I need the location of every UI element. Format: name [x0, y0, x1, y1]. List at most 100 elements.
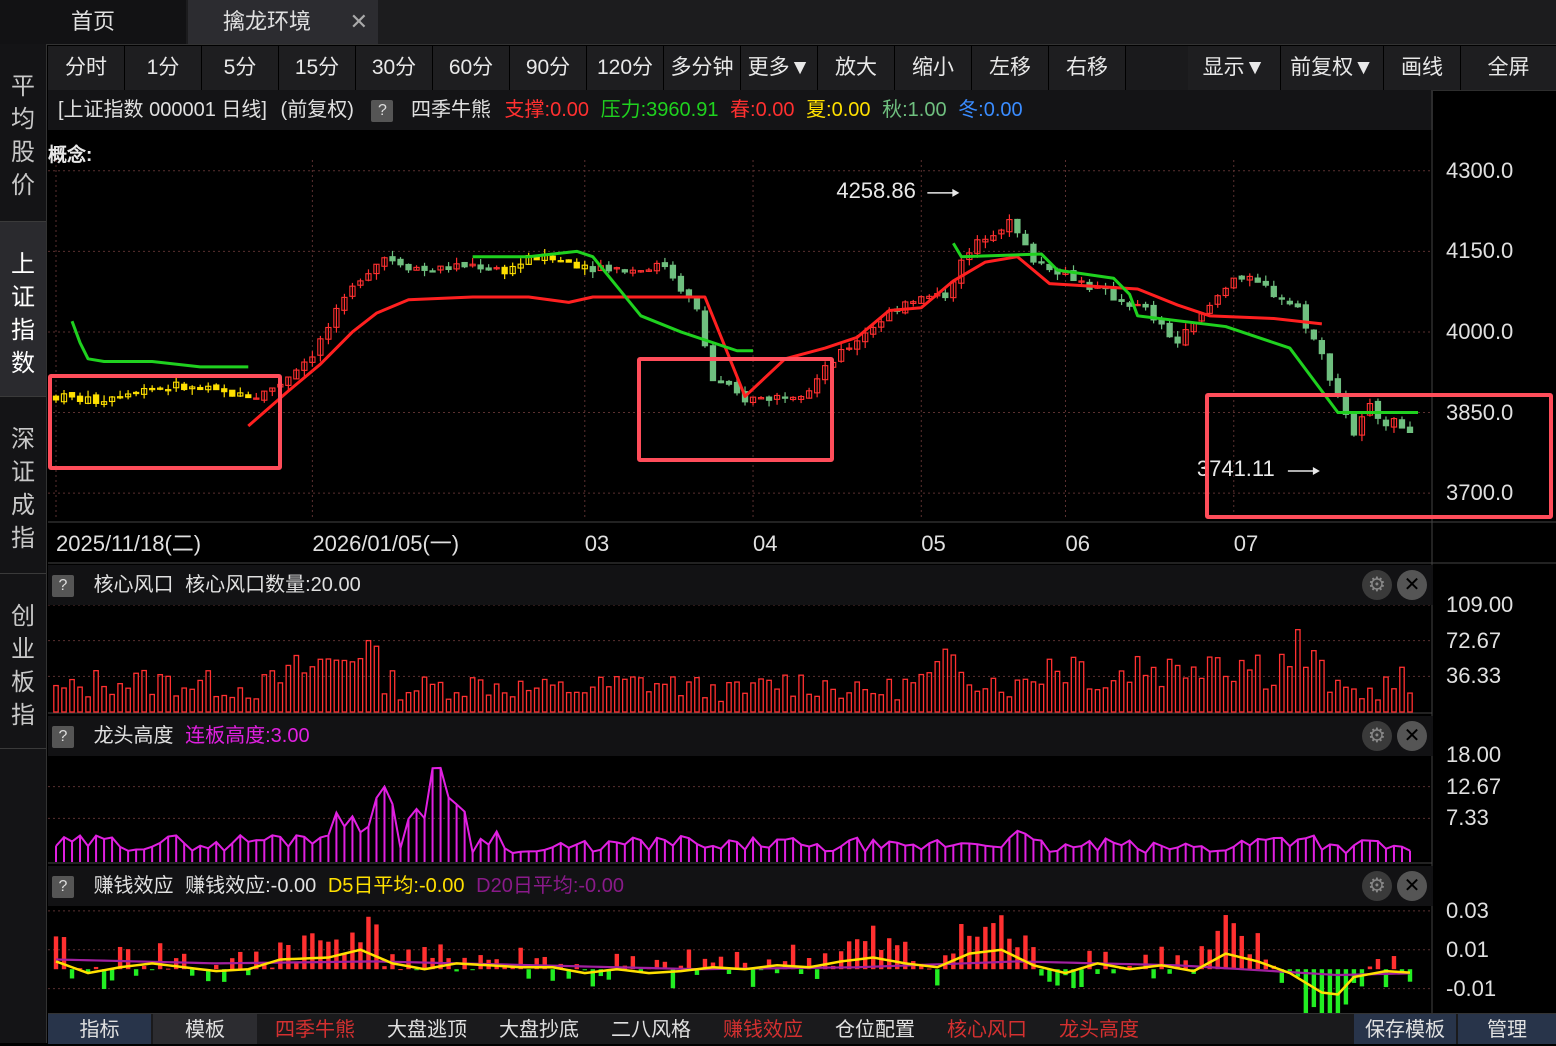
candle-body: [661, 262, 669, 268]
core-theme-bar: [1351, 688, 1357, 713]
highlight-box: [637, 357, 834, 462]
money-effect-bar: [238, 951, 243, 970]
highlight-box: [48, 374, 282, 470]
bottom-tab-7[interactable]: 仓位配置: [820, 1014, 930, 1044]
bottom-tab-2[interactable]: 四季牛熊: [260, 1014, 370, 1044]
core-theme-bar: [317, 658, 324, 713]
core-theme-bar: [285, 664, 292, 713]
core-theme-bar: [1158, 685, 1165, 713]
core-theme-bar: [477, 679, 484, 713]
core-theme-bar: [565, 691, 572, 713]
core-theme-bar: [77, 686, 83, 713]
core-theme-bar: [373, 645, 380, 713]
core-theme-bar: [1262, 688, 1269, 713]
core-theme-bar: [926, 672, 933, 713]
core-theme-bar: [93, 670, 99, 713]
candle-body: [677, 275, 685, 292]
core-theme-bar: [686, 681, 692, 713]
core-theme-bar: [397, 699, 404, 713]
money-effect-bar: [1047, 969, 1052, 982]
bottom-tab-1[interactable]: 模板: [153, 1014, 257, 1044]
core-theme-bar: [822, 680, 828, 713]
core-theme-bar: [389, 670, 396, 713]
candle-body: [589, 266, 596, 273]
help-icon[interactable]: ?: [52, 574, 74, 597]
indicator-bar-money-effect: ? 赚钱效应 赚钱效应:-0.00 D5日平均:-0.00 D20日平均:-0.…: [48, 866, 1433, 906]
bottom-tab-8[interactable]: 核心风口: [932, 1014, 1042, 1044]
core-theme-bar: [1206, 656, 1213, 713]
help-icon[interactable]: ?: [52, 725, 74, 748]
money-effect-bar: [1167, 969, 1172, 974]
core-theme-bar: [1343, 686, 1349, 713]
money-effect-bar: [310, 933, 315, 970]
core-theme-bar: [589, 686, 596, 713]
candle-body: [1142, 303, 1149, 308]
core-theme-bar: [1038, 683, 1045, 713]
core-theme-bar: [413, 690, 420, 713]
money-effect-bar: [358, 942, 363, 970]
core-theme-bar: [1046, 658, 1053, 713]
close-icon[interactable]: ✕: [1397, 871, 1427, 901]
bottom-tab-0[interactable]: 指标: [48, 1014, 151, 1044]
core-theme-bar: [726, 681, 732, 713]
gear-icon[interactable]: ⚙: [1362, 570, 1392, 600]
money-effect-bar: [1151, 969, 1156, 979]
core-theme-bar: [357, 657, 364, 713]
money-effect-bar: [1391, 956, 1397, 970]
bottom-tab-6[interactable]: 赚钱效应: [708, 1014, 818, 1044]
candle-body: [1302, 304, 1309, 329]
core-theme-bar: [702, 697, 708, 713]
money-effect-bar: [101, 969, 107, 990]
gear-icon[interactable]: ⚙: [1362, 721, 1392, 751]
core-theme-bar: [509, 696, 516, 713]
core-theme-bar: [1230, 680, 1237, 713]
core-theme-bar: [878, 694, 885, 713]
core-theme-bar: [1062, 682, 1069, 713]
core-theme-bar: [670, 676, 676, 713]
bottom-tab-10[interactable]: 保存模板: [1354, 1014, 1456, 1044]
money-effect-bar: [854, 939, 860, 970]
bottom-tab-5[interactable]: 二八风格: [596, 1014, 706, 1044]
core-theme-bar: [1294, 629, 1301, 713]
core-theme-bar: [349, 661, 356, 713]
y-tick-label: 18.00: [1446, 742, 1502, 767]
core-theme-bar: [421, 676, 428, 713]
core-theme-bar: [213, 695, 220, 713]
core-theme-bar: [237, 687, 244, 713]
money-effect-bar: [814, 969, 820, 979]
indicator-title: 赚钱效应: [93, 875, 174, 897]
close-icon[interactable]: ✕: [1397, 721, 1427, 751]
gear-icon[interactable]: ⚙: [1362, 871, 1392, 901]
money-effect-bar: [871, 925, 876, 970]
candle-body: [1326, 353, 1334, 381]
core-theme-bar: [245, 697, 252, 713]
indicator-stat: 连板高度:3.00: [185, 725, 310, 747]
core-theme-bar: [541, 678, 548, 713]
core-theme-bar: [61, 687, 67, 713]
money-effect-bar: [93, 966, 99, 970]
y-tick-label: 36.33: [1446, 663, 1502, 689]
candle-body: [397, 258, 404, 266]
annotation-arrowhead: [952, 188, 960, 197]
core-theme-bar: [461, 695, 468, 713]
bottom-tab-3[interactable]: 大盘逃顶: [372, 1014, 482, 1044]
candle-body: [669, 264, 677, 279]
core-theme-bar: [197, 679, 204, 713]
money-effect-bar: [774, 969, 780, 974]
money-effect-bar: [278, 942, 283, 970]
candle-body: [549, 255, 556, 261]
bottom-tab-4[interactable]: 大盘抄底: [484, 1014, 594, 1044]
bottom-tab-11[interactable]: 管理: [1458, 1014, 1556, 1044]
core-theme-bar: [325, 658, 332, 713]
core-theme-bar: [605, 686, 612, 713]
close-icon[interactable]: ✕: [1397, 570, 1427, 600]
indicator-title: 核心风口: [93, 574, 174, 596]
money-effect-bar: [935, 969, 940, 986]
help-icon[interactable]: ?: [52, 875, 74, 898]
candle-body: [1014, 218, 1021, 234]
bottom-tab-9[interactable]: 龙头高度: [1044, 1014, 1154, 1044]
money-effect-bar: [550, 969, 555, 981]
core-theme-bar: [1142, 674, 1149, 713]
core-theme-bar: [1086, 688, 1093, 713]
money-effect-bar: [326, 941, 331, 970]
